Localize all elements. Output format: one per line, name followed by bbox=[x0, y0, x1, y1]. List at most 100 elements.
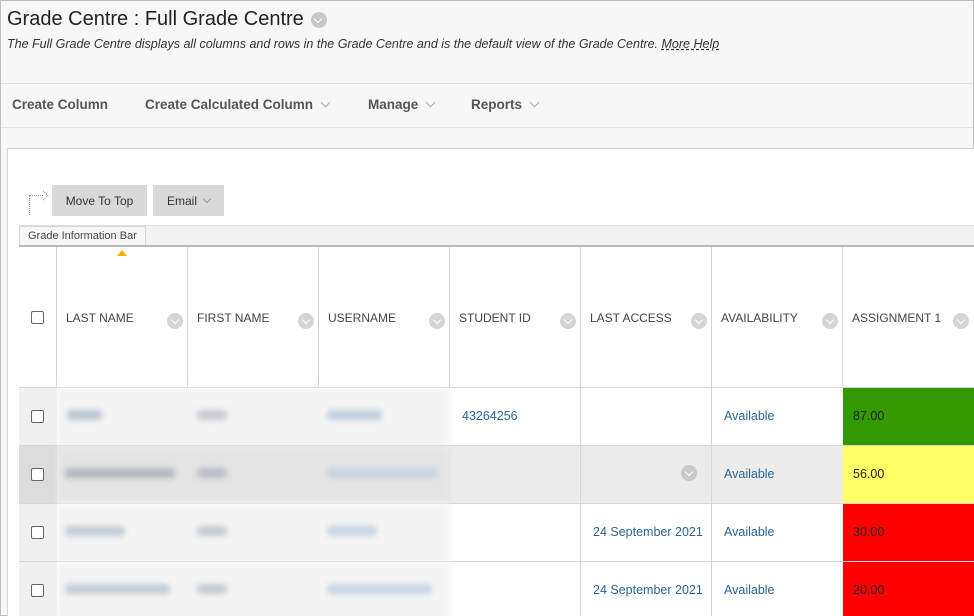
last-access-cell: 24 September 2021 bbox=[581, 562, 712, 616]
column-header-student-id[interactable]: STUDENT ID bbox=[450, 247, 581, 387]
row-checkbox[interactable] bbox=[31, 584, 44, 597]
move-to-top-button[interactable]: Move To Top bbox=[52, 185, 147, 216]
student-id-link[interactable]: 43264256 bbox=[462, 409, 518, 423]
email-label: Email bbox=[166, 193, 197, 208]
column-header-last-access[interactable]: LAST ACCESS bbox=[581, 247, 712, 387]
column-header-label: USERNAME bbox=[328, 311, 397, 325]
redacted-text bbox=[327, 468, 437, 478]
title-menu-chevron-icon[interactable] bbox=[310, 11, 327, 28]
manage-menu[interactable]: Manage bbox=[368, 97, 436, 112]
column-header-label: AVAILABILITY bbox=[721, 311, 798, 325]
availability-cell: Available bbox=[712, 504, 843, 562]
grade-cell[interactable]: 30.00 bbox=[843, 504, 974, 562]
cell-menu-chevron-icon[interactable] bbox=[681, 465, 697, 481]
grade-cell[interactable]: 20.00 bbox=[843, 562, 974, 616]
availability-value[interactable]: Available bbox=[724, 467, 775, 481]
row-select-cell bbox=[19, 446, 57, 504]
redacted-text bbox=[197, 526, 227, 536]
row-select-cell bbox=[19, 504, 57, 562]
redacted-text bbox=[327, 526, 377, 536]
column-header-username[interactable]: USERNAME bbox=[319, 247, 450, 387]
availability-value[interactable]: Available bbox=[724, 409, 775, 423]
grade-value: 56.00 bbox=[853, 467, 885, 481]
column-menu-chevron-icon[interactable] bbox=[560, 313, 576, 329]
row-checkbox[interactable] bbox=[31, 468, 44, 481]
column-menu-chevron-icon[interactable] bbox=[691, 313, 707, 329]
column-menu-chevron-icon[interactable] bbox=[822, 313, 838, 329]
column-menu-chevron-icon[interactable] bbox=[953, 313, 969, 329]
column-header-last-name[interactable]: LAST NAME bbox=[57, 247, 188, 387]
redacted-text bbox=[67, 410, 102, 420]
create-column-label: Create Column bbox=[12, 97, 109, 112]
redacted-text bbox=[197, 410, 227, 420]
column-header-label: STUDENT ID bbox=[459, 311, 531, 325]
grade-information-bar-tab[interactable]: Grade Information Bar bbox=[19, 226, 146, 246]
sort-ascending-icon bbox=[117, 250, 127, 256]
column-menu-chevron-icon[interactable] bbox=[429, 313, 445, 329]
column-menu-chevron-icon[interactable] bbox=[298, 313, 314, 329]
email-menu-button[interactable]: Email bbox=[153, 185, 224, 216]
student-id-cell bbox=[450, 562, 581, 616]
page-title-text: Grade Centre : Full Grade Centre bbox=[7, 8, 304, 30]
row-checkbox[interactable] bbox=[31, 410, 44, 423]
more-help-link[interactable]: More Help bbox=[662, 37, 720, 51]
select-all-header bbox=[19, 247, 57, 387]
student-id-cell bbox=[450, 504, 581, 562]
column-header-assignment-1[interactable]: ASSIGNMENT 1 bbox=[843, 247, 974, 387]
column-header-availability[interactable]: AVAILABILITY bbox=[712, 247, 843, 387]
column-header-first-name[interactable]: FIRST NAME bbox=[188, 247, 319, 387]
grade-centre-panel: Move To Top Email Grade Information Bar … bbox=[7, 148, 974, 616]
column-header-label: LAST NAME bbox=[66, 311, 134, 325]
availability-cell: Available bbox=[712, 388, 843, 446]
chevron-down-icon bbox=[529, 97, 540, 108]
create-calculated-column-menu[interactable]: Create Calculated Column bbox=[145, 97, 331, 112]
grade-grid: LAST NAME FIRST NAME USERNAME STUDENT ID… bbox=[19, 245, 974, 616]
row-checkbox[interactable] bbox=[31, 526, 44, 539]
table-row: 24 September 2021 Available 30.00 bbox=[19, 503, 974, 562]
redacted-student-name bbox=[57, 504, 450, 562]
redacted-text bbox=[327, 584, 432, 594]
row-select-cell bbox=[19, 388, 57, 446]
redacted-text bbox=[197, 468, 227, 478]
page-title: Grade Centre : Full Grade Centre bbox=[7, 8, 327, 31]
last-access-value: 24 September 2021 bbox=[593, 525, 703, 539]
table-row: 24 September 2021 Available 20.00 bbox=[19, 561, 974, 616]
last-access-cell bbox=[581, 388, 712, 446]
reports-menu[interactable]: Reports bbox=[471, 97, 540, 112]
manage-label: Manage bbox=[368, 97, 419, 112]
reports-label: Reports bbox=[471, 97, 523, 112]
availability-value[interactable]: Available bbox=[724, 525, 775, 539]
page-description-text: The Full Grade Centre displays all colum… bbox=[7, 37, 659, 51]
grade-information-bar: Grade Information Bar bbox=[19, 225, 974, 246]
availability-cell: Available bbox=[712, 446, 843, 504]
table-row: Available 56.00 bbox=[19, 445, 974, 504]
redacted-text bbox=[65, 468, 175, 478]
selection-arrow-icon bbox=[29, 195, 43, 215]
create-column-button[interactable]: Create Column bbox=[12, 97, 108, 112]
chevron-down-icon bbox=[425, 97, 436, 108]
action-bar: Create Column Create Calculated Column M… bbox=[1, 83, 973, 128]
column-header-label: ASSIGNMENT 1 bbox=[852, 311, 942, 325]
redacted-text bbox=[327, 410, 382, 420]
table-row: 43264256 Available 87.00 bbox=[19, 387, 974, 446]
grade-cell[interactable]: 56.00 bbox=[843, 446, 974, 504]
chevron-down-icon bbox=[320, 97, 331, 108]
redacted-text bbox=[65, 584, 170, 594]
grade-cell[interactable]: 87.00 bbox=[843, 388, 974, 446]
last-access-value: 24 September 2021 bbox=[593, 583, 703, 597]
column-header-label: FIRST NAME bbox=[197, 311, 270, 325]
student-id-cell: 43264256 bbox=[450, 388, 581, 446]
column-menu-chevron-icon[interactable] bbox=[167, 313, 183, 329]
grade-value: 30.00 bbox=[853, 525, 885, 539]
page-header: Grade Centre : Full Grade Centre The Ful… bbox=[1, 1, 973, 83]
last-access-cell: 24 September 2021 bbox=[581, 504, 712, 562]
redacted-student-name bbox=[57, 446, 450, 504]
last-access-cell bbox=[581, 446, 712, 504]
redacted-student-name bbox=[57, 562, 450, 616]
availability-value[interactable]: Available bbox=[724, 583, 775, 597]
row-select-cell bbox=[19, 562, 57, 616]
select-all-checkbox[interactable] bbox=[31, 311, 44, 324]
column-header-label: LAST ACCESS bbox=[590, 311, 672, 325]
redacted-text bbox=[65, 526, 125, 536]
redacted-text bbox=[197, 584, 227, 594]
